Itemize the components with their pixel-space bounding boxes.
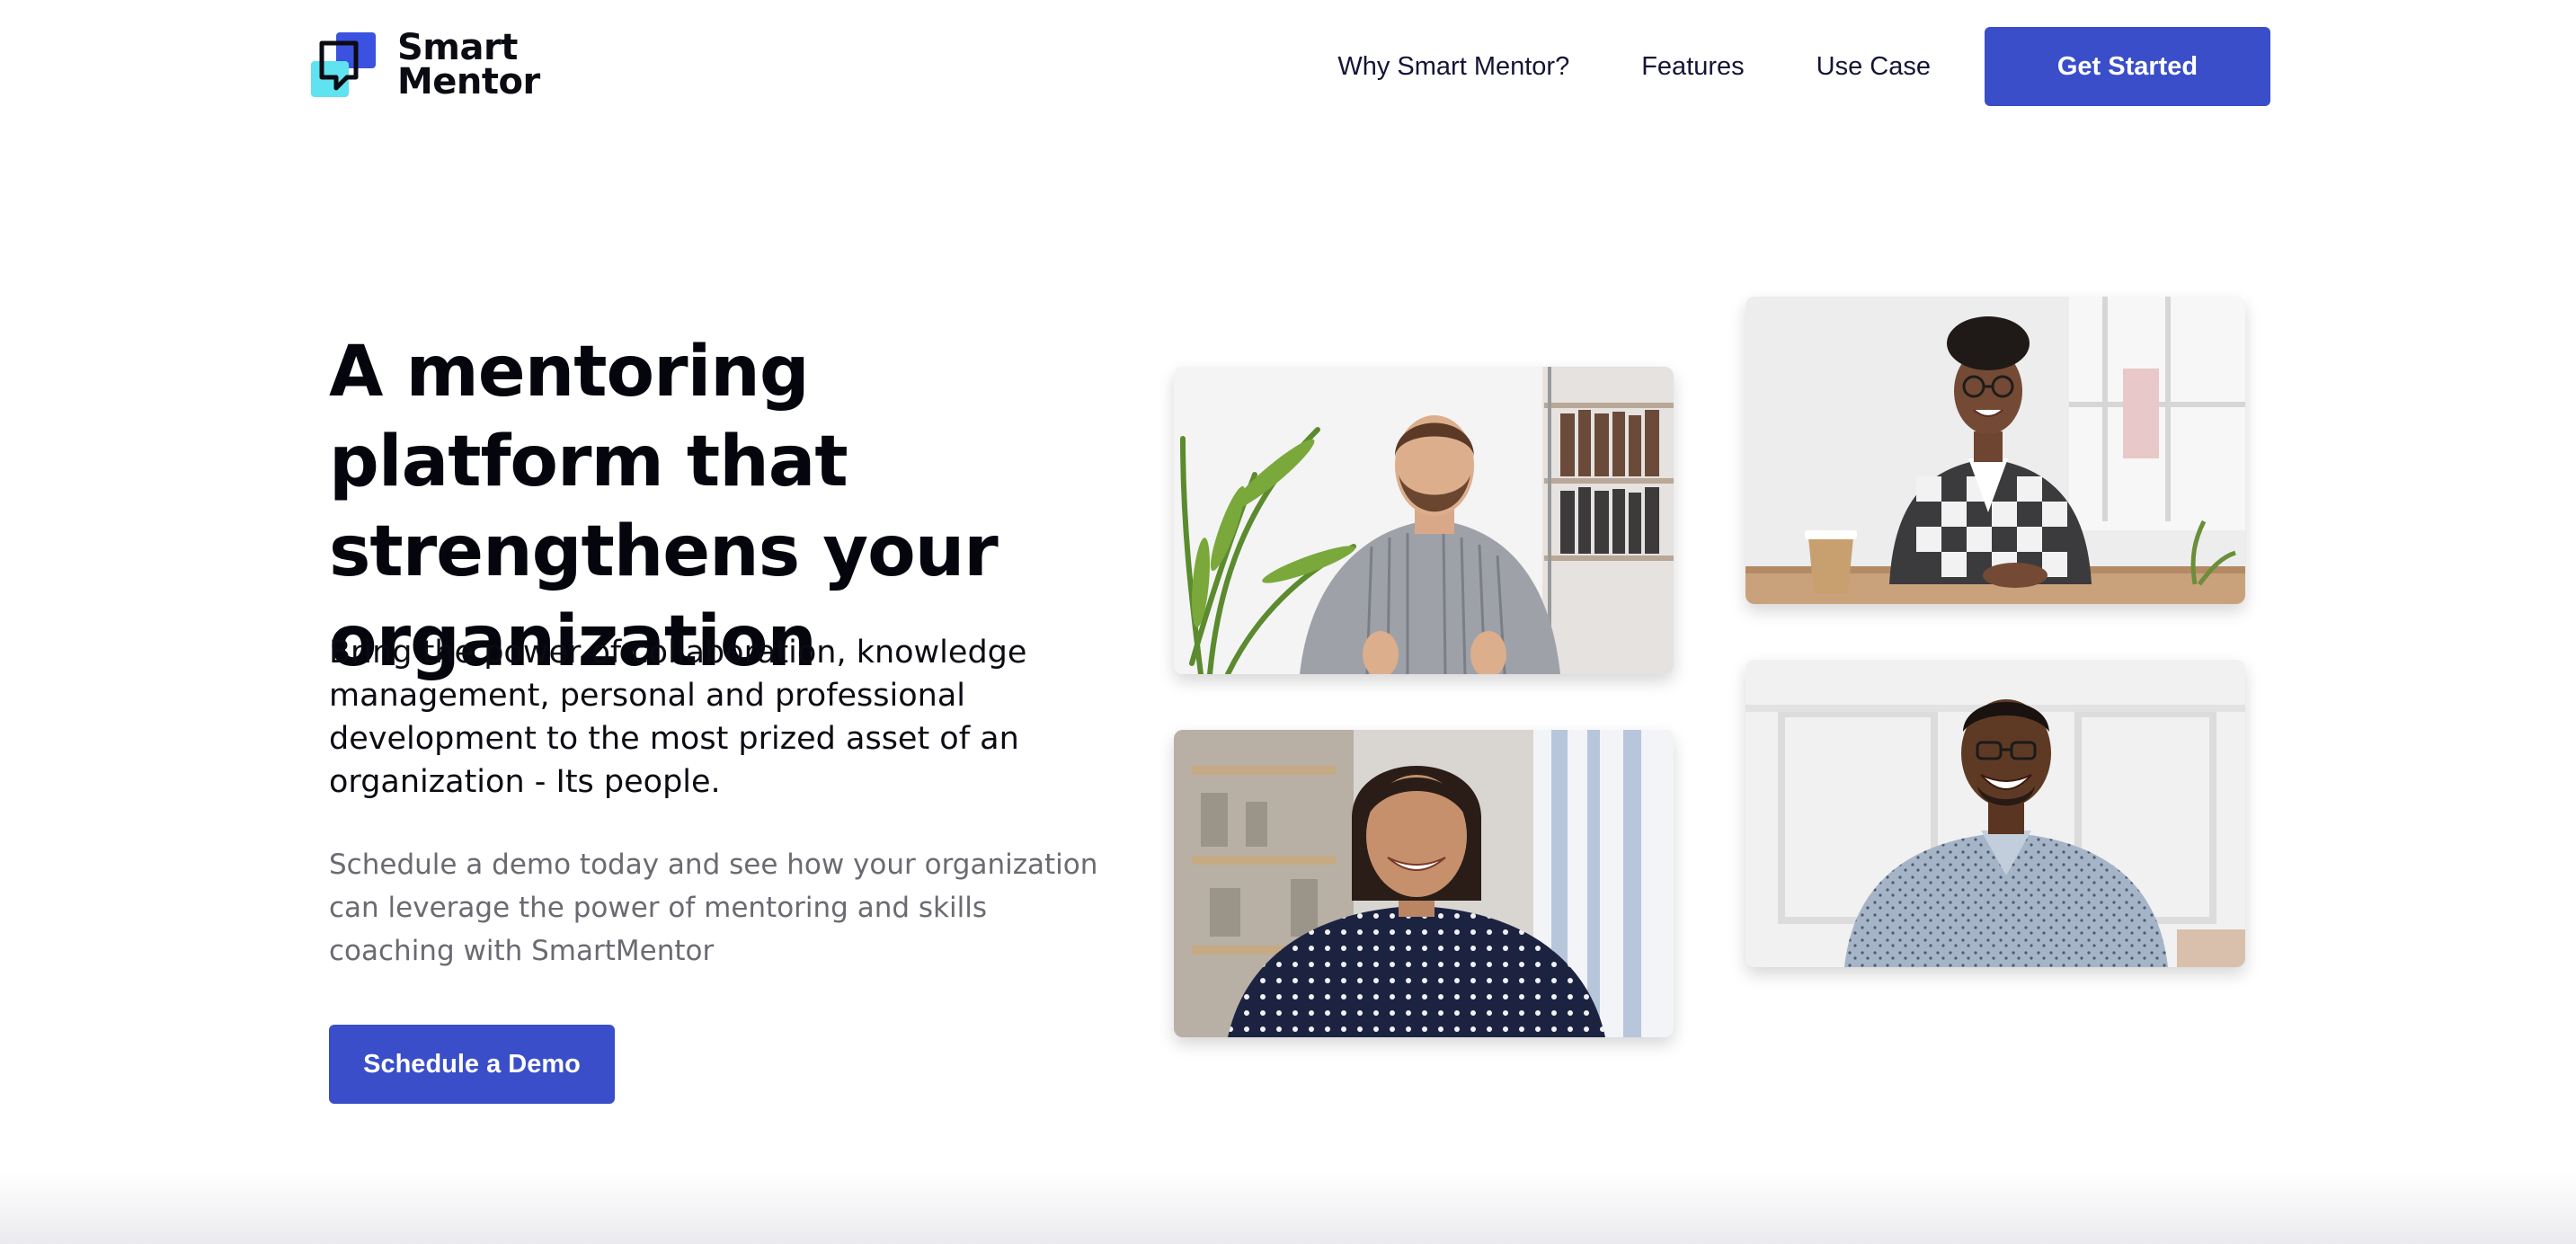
chat-bubbles-logo-icon xyxy=(311,32,376,97)
brand-name: Smart Mentor xyxy=(397,27,540,102)
nav-link-use-case[interactable]: Use Case xyxy=(1817,52,1931,82)
brand-name-line1: Smart xyxy=(397,27,518,68)
nav-link-why-smart-mentor[interactable]: Why Smart Mentor? xyxy=(1337,52,1569,82)
section-divider-shadow xyxy=(0,1172,2576,1244)
man-in-patterned-shirt-photo xyxy=(1745,660,2245,967)
landing-page: Smart Mentor Why Smart Mentor? Features … xyxy=(0,0,2576,1244)
woman-in-plaid-shirt-photo xyxy=(1745,297,2245,604)
man-in-striped-shirt-photo xyxy=(1174,367,1674,674)
get-started-button[interactable]: Get Started xyxy=(1985,27,2270,106)
brand-logo[interactable]: Smart Mentor xyxy=(309,27,540,102)
hero-subtitle: Bring the power of collaboration, knowle… xyxy=(329,635,1027,800)
hero-description: Schedule a demo today and see how your o… xyxy=(329,849,1098,967)
woman-in-polka-dot-blouse-photo xyxy=(1174,730,1674,1037)
nav-link-features[interactable]: Features xyxy=(1641,52,1744,82)
brand-name-line2: Mentor xyxy=(397,61,540,102)
schedule-demo-button[interactable]: Schedule a Demo xyxy=(329,1025,615,1104)
main-nav: Why Smart Mentor? Features Use Case Get … xyxy=(1337,27,2270,106)
